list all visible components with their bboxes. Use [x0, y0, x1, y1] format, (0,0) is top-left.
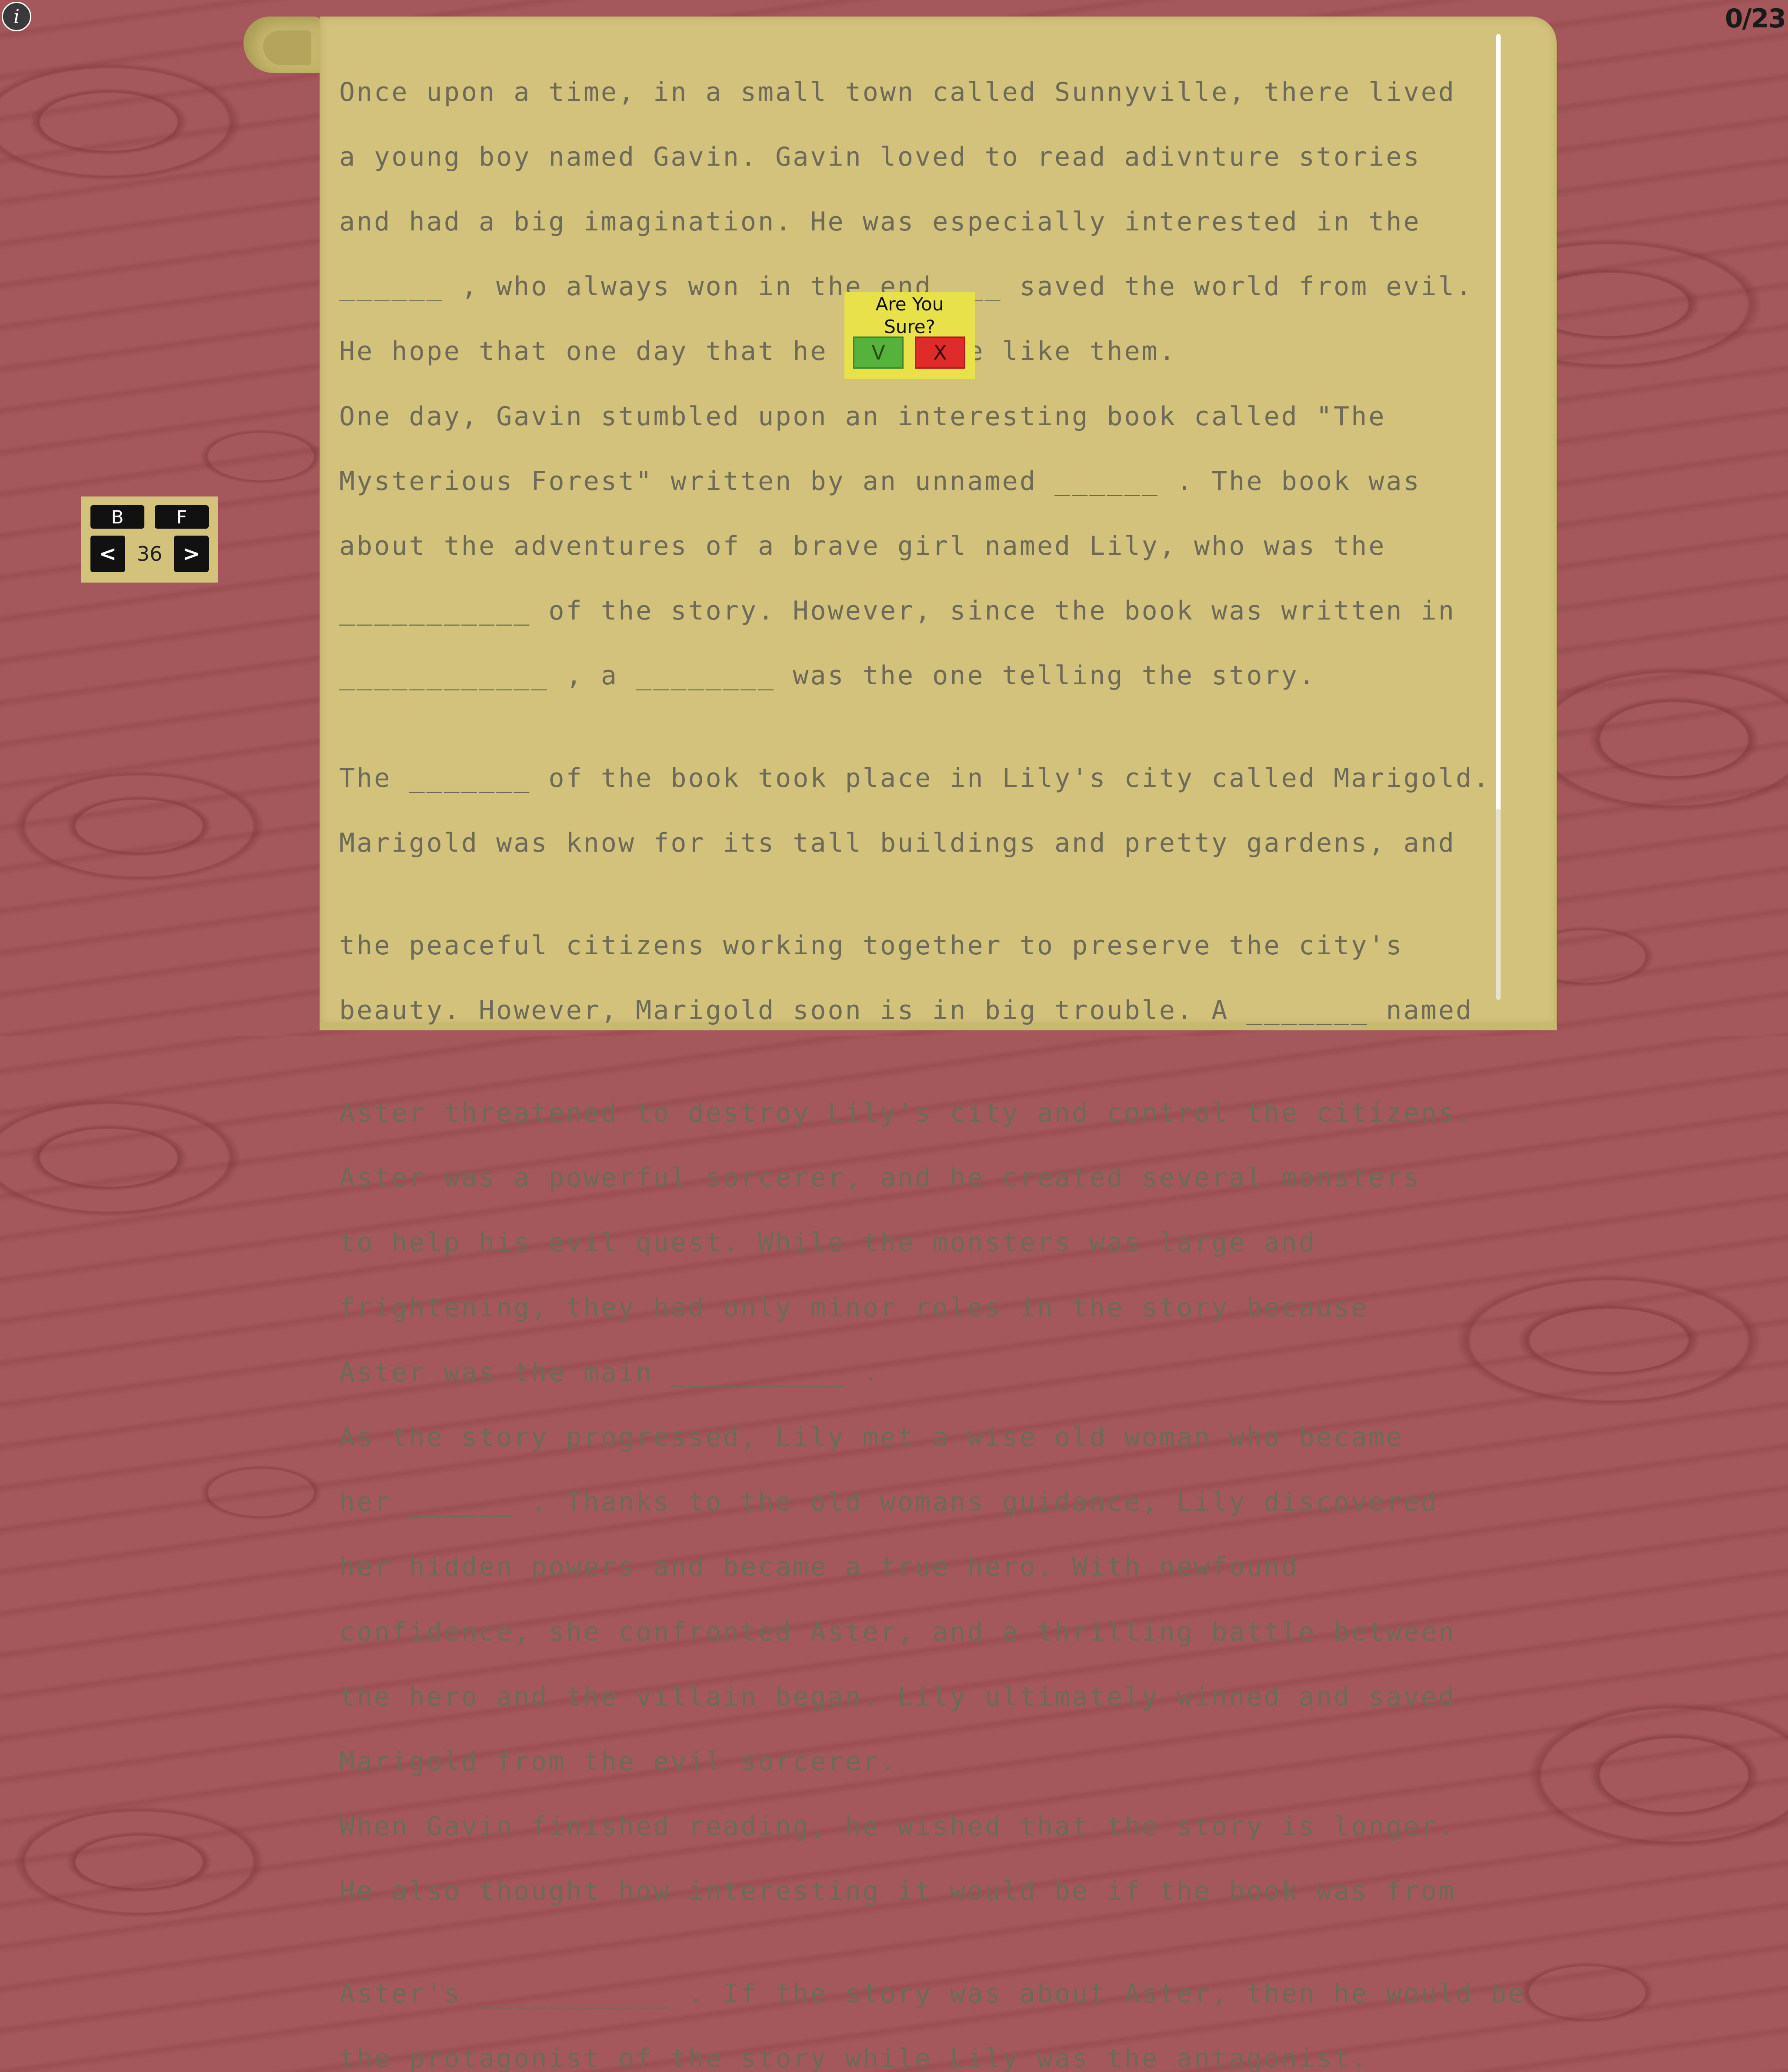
story-line: beauty. However, Marigold soon is in big…	[339, 995, 1473, 1026]
page-control-panel: B F < 36 >	[81, 496, 218, 583]
story-line: The _______ of the book took place in Li…	[339, 763, 1491, 794]
story-line: the protagonist of the story while Lily …	[339, 2043, 1369, 2072]
confirm-dialog-title: Are You Sure?	[844, 293, 975, 338]
story-line: ___________ of the story. However, since…	[339, 596, 1456, 626]
story-line: the hero and the villain began. Lily ult…	[339, 1681, 1456, 1712]
info-icon[interactable]: i	[2, 2, 31, 31]
confirm-title-line2: Sure?	[884, 316, 935, 337]
story-line: about the adventures of a brave girl nam…	[339, 530, 1386, 561]
confirm-yes-button[interactable]: V	[853, 336, 904, 369]
info-label: i	[13, 5, 20, 28]
story-line: ____________ , a ________ was the one te…	[339, 660, 1316, 691]
next-page-button[interactable]: >	[174, 536, 209, 572]
story-line: Once upon a time, in a small town called…	[339, 77, 1456, 107]
forward-button[interactable]: F	[155, 505, 209, 529]
story-line: a young boy named Gavin. Gavin loved to …	[339, 141, 1421, 172]
page-number: 36	[137, 542, 163, 566]
previous-page-button[interactable]: <	[90, 536, 125, 572]
confirm-dialog: Are You Sure? V X	[844, 292, 975, 379]
score-counter: 0/23	[1725, 3, 1786, 34]
story-line: He also thought how interesting it would…	[339, 1876, 1456, 1907]
story-line: Aster was the main __________ .	[339, 1357, 880, 1388]
story-line: and had a big imagination. He was especi…	[339, 206, 1421, 237]
story-line: Aster threatened to destroy Lily's city …	[339, 1098, 1473, 1128]
story-line: Aster's ___________ . If the story was a…	[339, 1979, 1526, 2009]
confirm-title-line1: Are You	[875, 293, 944, 315]
story-line: confidence, she confronted Aster, and a …	[339, 1616, 1456, 1647]
scrollbar-track-lower	[1496, 809, 1501, 1000]
scroll-curl-inner	[263, 30, 311, 65]
story-line: As the story progressed, Lily met a wise…	[339, 1422, 1404, 1452]
story-line: Aster was a powerful sorcerer, and he cr…	[339, 1163, 1421, 1193]
story-line: her ______ . Thanks to the old womans gu…	[339, 1487, 1438, 1518]
story-line: Marigold was know for its tall buildings…	[339, 828, 1456, 859]
story-line: to help his evil quest. While the monste…	[339, 1227, 1316, 1258]
story-line: frightening, they had only minor roles i…	[339, 1292, 1369, 1323]
story-line: One day, Gavin stumbled upon an interest…	[339, 401, 1386, 432]
story-line: Mysterious Forest" written by an unnamed…	[339, 466, 1421, 496]
story-line: the peaceful citizens working together t…	[339, 930, 1404, 961]
confirm-no-button[interactable]: X	[915, 336, 965, 369]
story-line: Marigold from the evil sorcerer.	[339, 1746, 897, 1777]
back-button[interactable]: B	[90, 505, 144, 529]
story-line: When Gavin finished reading, he wished t…	[339, 1811, 1456, 1842]
story-line: her hidden powers and became a true hero…	[339, 1552, 1299, 1582]
